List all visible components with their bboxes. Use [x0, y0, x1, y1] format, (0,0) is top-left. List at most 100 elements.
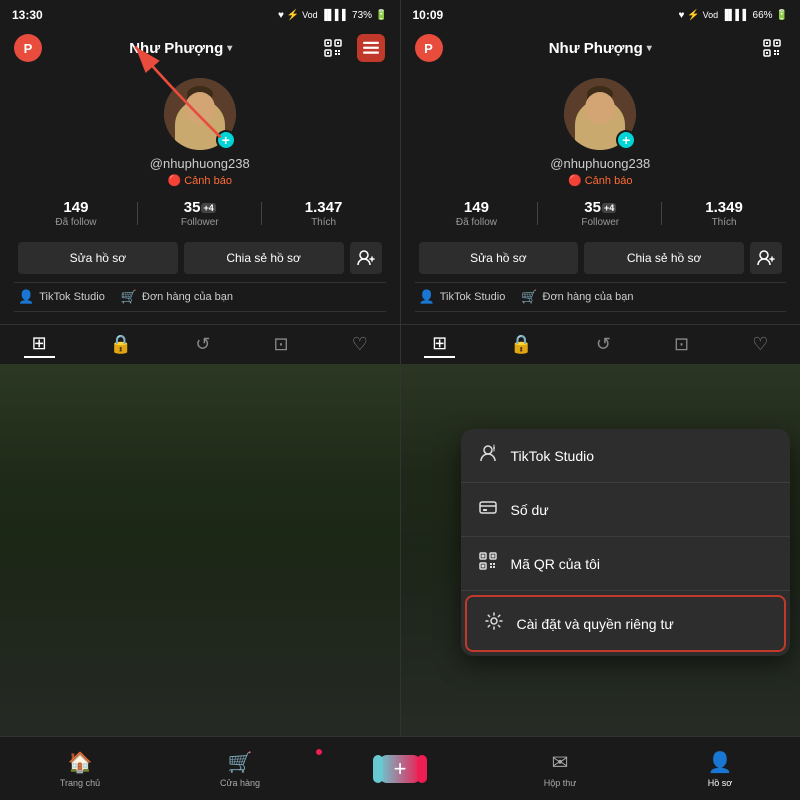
add-friend-button-right[interactable] — [750, 242, 782, 274]
screen-left: 13:30 ♥ ⚡ Vod ▐▌▌▌ 73% 🔋 P Như Phượng ▾ — [0, 0, 401, 736]
status-icons-right: ♥ ⚡ Vod ▐▌▌▌ 66% 🔋 — [678, 10, 788, 21]
chevron-down-icon-right: ▾ — [647, 43, 652, 54]
studio-menu-icon — [477, 443, 499, 468]
home-icon: 🏠 — [68, 750, 93, 775]
avatar-add-icon[interactable]: + — [216, 130, 236, 150]
avatar-container-left: + — [164, 78, 236, 150]
warning-badge-left: 🔴 Cảnh báo — [168, 174, 232, 187]
inbox-icon: ✉ — [552, 750, 569, 775]
profile-username-right: @nhuphuong238 — [550, 156, 650, 171]
stat-following-right[interactable]: 149 Đã follow — [415, 195, 539, 232]
tab-liked-left[interactable]: ♡ — [344, 331, 376, 358]
dropdown-settings[interactable]: Cài đặt và quyền riêng tư — [465, 595, 787, 652]
stats-row-left: 149 Đã follow 35 +4 Follower 1.347 Thích — [14, 195, 386, 232]
cart-icon-left: 🛒 — [121, 289, 137, 305]
dropdown-balance[interactable]: Số dư — [461, 483, 791, 537]
bottom-nav-home[interactable]: 🏠 Trang chủ — [0, 750, 160, 788]
shop-icon: 🛒 — [228, 750, 253, 775]
settings-label: Cài đặt và quyền riêng tư — [517, 616, 674, 632]
username-nav-left[interactable]: Như Phượng ▾ — [129, 40, 232, 57]
stat-followers-right[interactable]: 35 +4 Follower — [538, 195, 662, 232]
profile-icon: 👤 — [708, 750, 733, 775]
bottom-nav-profile[interactable]: 👤 Hồ sơ — [640, 750, 800, 788]
status-icons-left: ♥ ⚡ Vod ▐▌▌▌ 73% 🔋 — [278, 10, 388, 21]
screen-right: 10:09 ♥ ⚡ Vod ▐▌▌▌ 66% 🔋 P Như Phượng ▾ — [401, 0, 800, 736]
top-nav-right: P Như Phượng ▾ — [401, 28, 800, 68]
tab-locked-left[interactable]: 🔒 — [102, 331, 140, 358]
dropdown-tiktok-studio[interactable]: TikTok Studio — [461, 429, 791, 483]
stat-following[interactable]: 149 Đã follow — [14, 195, 138, 232]
qr-icon-right — [762, 38, 782, 58]
nav-actions-right — [758, 34, 786, 62]
edit-profile-button-left[interactable]: Sửa hồ sơ — [18, 242, 178, 274]
profile-icon-right[interactable]: P — [415, 34, 443, 62]
bottom-nav: 🏠 Trang chủ 🛒 Cửa hàng + ✉ Hộp thư 👤 Hồ … — [0, 736, 800, 800]
content-tabs-right: ⊞ 🔒 ↺ ⊡ ♡ — [401, 324, 800, 364]
edit-profile-button-right[interactable]: Sửa hồ sơ — [419, 242, 579, 274]
stats-row-right: 149 Đã follow 35 +4 Follower 1.349 Thích — [415, 195, 787, 232]
time-left: 13:30 — [12, 8, 43, 22]
tab-saved-right[interactable]: ⊡ — [666, 331, 697, 358]
bottom-nav-shop[interactable]: 🛒 Cửa hàng — [160, 750, 320, 788]
profile-section-left: + @nhuphuong238 🔴 Cảnh báo 149 Đã follow… — [0, 68, 400, 324]
chevron-down-icon: ▾ — [227, 43, 232, 54]
studio-icon-left: 👤 — [18, 289, 34, 305]
avatar-container-right: + — [564, 78, 636, 150]
share-profile-button-left[interactable]: Chia sẻ hồ sơ — [184, 242, 344, 274]
qr-menu-icon — [477, 551, 499, 576]
profile-section-right: + @nhuphuong238 🔴 Cảnh báo 149 Đã follow… — [401, 68, 800, 324]
username-nav-right[interactable]: Như Phượng ▾ — [549, 40, 652, 57]
quick-links-left: 👤 TikTok Studio 🛒 Đơn hàng của bạn — [14, 282, 386, 312]
add-friend-icon — [357, 249, 375, 267]
action-buttons-right: Sửa hồ sơ Chia sẻ hồ sơ — [415, 242, 787, 274]
action-buttons-left: Sửa hồ sơ Chia sẻ hồ sơ — [14, 242, 386, 274]
status-bar-left: 13:30 ♥ ⚡ Vod ▐▌▌▌ 73% 🔋 — [0, 0, 400, 28]
add-friend-icon-right — [757, 249, 775, 267]
studio-menu-label: TikTok Studio — [511, 448, 595, 464]
balance-icon — [477, 497, 499, 522]
profile-icon-left[interactable]: P — [14, 34, 42, 62]
profile-username-left: @nhuphuong238 — [150, 156, 250, 171]
bottom-nav-create[interactable]: + — [320, 755, 480, 783]
cart-icon-right: 🛒 — [521, 289, 537, 305]
content-area-left — [0, 364, 400, 736]
hamburger-button[interactable] — [357, 34, 385, 62]
content-tabs-left: ⊞ 🔒 ↺ ⊡ ♡ — [0, 324, 400, 364]
stat-followers[interactable]: 35 +4 Follower — [138, 195, 262, 232]
warning-badge-right: 🔴 Cảnh báo — [568, 174, 632, 187]
time-right: 10:09 — [413, 8, 444, 22]
avatar-add-icon-right[interactable]: + — [616, 130, 636, 150]
dropdown-menu: TikTok Studio Số dư — [461, 429, 791, 656]
cart-badge-dot — [315, 748, 323, 756]
studio-icon-right: 👤 — [419, 289, 435, 305]
stat-likes-right[interactable]: 1.349 Thích — [662, 195, 786, 232]
hamburger-icon — [363, 41, 379, 55]
tab-liked-right[interactable]: ♡ — [744, 331, 776, 358]
stat-likes[interactable]: 1.347 Thích — [262, 195, 386, 232]
tiktok-studio-link-right[interactable]: 👤 TikTok Studio — [419, 289, 506, 305]
nav-actions-left — [319, 34, 385, 62]
qr-menu-label: Mã QR của tôi — [511, 556, 600, 572]
qr-icon-btn-right[interactable] — [758, 34, 786, 62]
balance-label: Số dư — [511, 502, 549, 518]
dropdown-qr[interactable]: Mã QR của tôi — [461, 537, 791, 591]
add-friend-button-left[interactable] — [350, 242, 382, 274]
tab-repost-left[interactable]: ↺ — [187, 331, 218, 358]
tab-repost-right[interactable]: ↺ — [588, 331, 619, 358]
tab-locked-right[interactable]: 🔒 — [502, 331, 540, 358]
settings-icon — [483, 611, 505, 636]
orders-link-right[interactable]: 🛒 Đơn hàng của bạn — [521, 289, 633, 305]
top-nav-left: P Như Phượng ▾ — [0, 28, 400, 68]
qr-icon-btn[interactable] — [319, 34, 347, 62]
tiktok-studio-link-left[interactable]: 👤 TikTok Studio — [18, 289, 105, 305]
create-button[interactable]: + — [379, 755, 421, 783]
orders-link-left[interactable]: 🛒 Đơn hàng của bạn — [121, 289, 233, 305]
status-bar-right: 10:09 ♥ ⚡ Vod ▐▌▌▌ 66% 🔋 — [401, 0, 800, 28]
tab-saved-left[interactable]: ⊡ — [266, 331, 297, 358]
tab-videos-left[interactable]: ⊞ — [24, 331, 55, 358]
qr-icon — [323, 38, 343, 58]
quick-links-right: 👤 TikTok Studio 🛒 Đơn hàng của bạn — [415, 282, 787, 312]
bottom-nav-inbox[interactable]: ✉ Hộp thư — [480, 750, 640, 788]
tab-videos-right[interactable]: ⊞ — [424, 331, 455, 358]
share-profile-button-right[interactable]: Chia sẻ hồ sơ — [584, 242, 744, 274]
